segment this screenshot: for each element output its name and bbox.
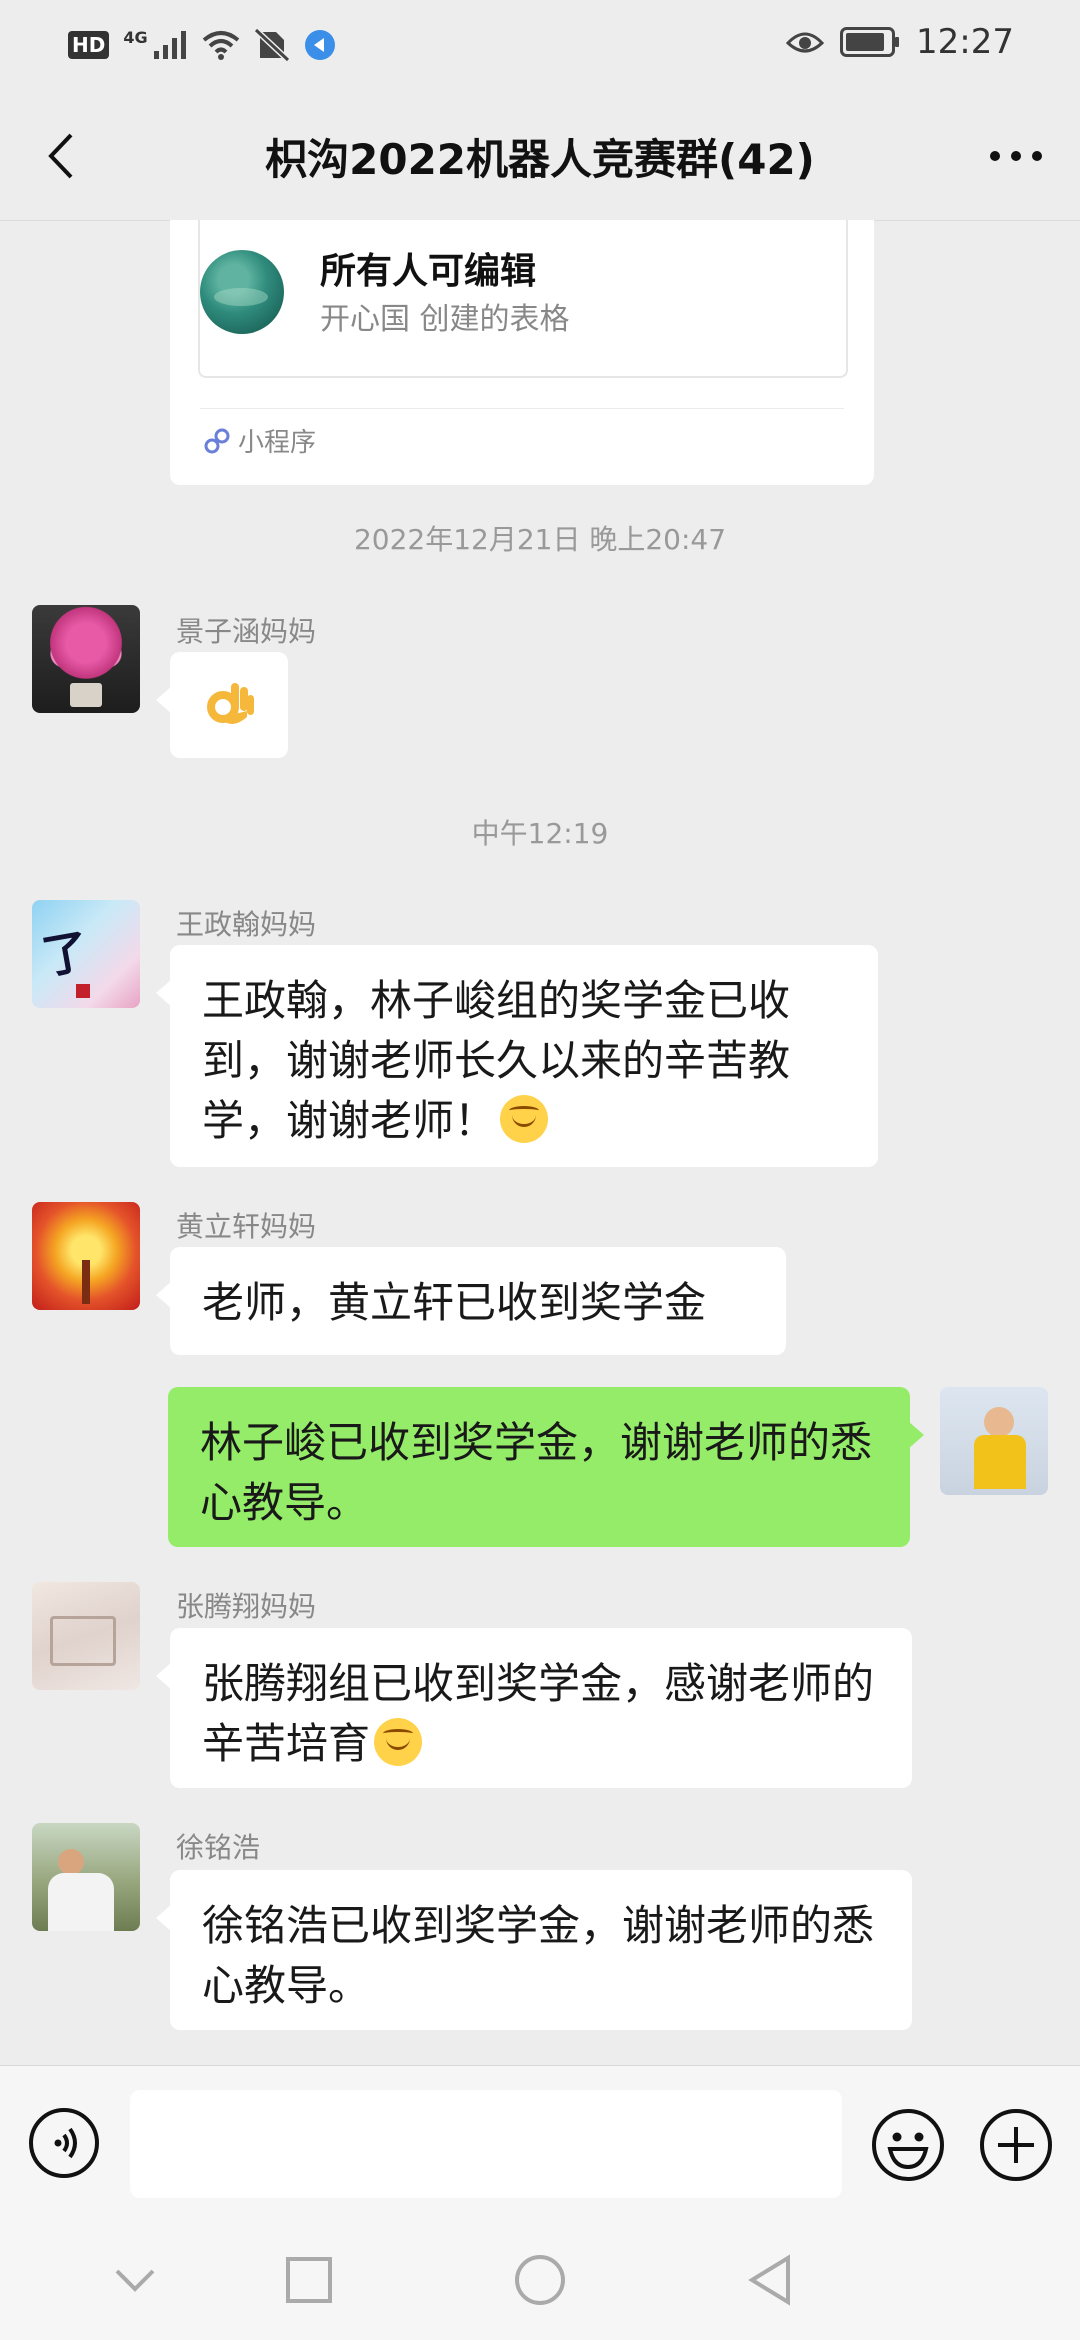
chat-message-list[interactable]: 所有人可编辑 开心国 创建的表格 小程序 2022年12月21日 晚上20:47… [0,220,1080,2065]
status-right: 12:27 [786,22,1014,62]
emoji-button[interactable] [870,2107,946,2183]
nav-home-button[interactable] [505,2250,575,2310]
my-avatar[interactable] [940,1387,1048,1495]
avatar[interactable] [32,1202,140,1310]
message-bubble[interactable]: 王政翰，林子峻组的奖学金已收到，谢谢老师长久以来的辛苦教学，谢谢老师！ [156,945,878,1167]
message-timestamp: 2022年12月21日 晚上20:47 [353,523,727,556]
message-text: 徐铭浩已收到奖学金，谢谢老师的悉心教导。 [202,1901,875,2010]
message-text: 张腾翔组已收到奖学金，感谢老师的辛苦培育 [202,1659,875,1768]
network-type-label: 4G [123,28,148,47]
signal-icon [153,31,186,59]
circle-icon [515,2255,565,2305]
message-text: 老师，黄立轩已收到奖学金 [202,1278,707,1327]
mini-program-card[interactable]: 所有人可编辑 开心国 创建的表格 小程序 [170,220,874,485]
nav-recents-button[interactable] [274,2250,344,2310]
no-sim-icon [253,28,290,62]
voice-input-button[interactable] [28,2107,100,2179]
mini-program-icon [204,428,230,453]
card-footer-label: 小程序 [238,428,317,458]
avatar[interactable] [32,900,140,1008]
status-left: HD 4G [68,28,336,62]
card-footer: 小程序 [204,422,316,459]
chat-header: 枳沟2022机器人竞赛群(42) [0,90,1080,221]
more-dots-icon [990,151,1042,161]
card-divider [200,408,844,409]
message-bubble[interactable]: 徐铭浩已收到奖学金，谢谢老师的悉心教导。 [156,1870,912,2030]
more-options-button[interactable] [980,124,1052,188]
battery-icon [840,27,900,57]
input-bar [0,2065,1080,2221]
status-bar: HD 4G 12:27 [0,0,1080,90]
system-nav-bar [0,2220,1080,2340]
avatar[interactable] [32,605,140,713]
triangle-back-icon [748,2254,790,2306]
card-title: 所有人可编辑 [320,251,537,292]
avatar[interactable] [32,1582,140,1690]
sender-name: 张腾翔妈妈 [176,1590,317,1623]
eye-comfort-icon [786,32,825,53]
sender-name: 景子涵妈妈 [176,615,317,648]
my-message-bubble[interactable]: 林子峻已收到奖学金，谢谢老师的悉心教导。 [168,1387,924,1547]
app-notification-icon [304,30,335,60]
square-icon [286,2257,332,2303]
ok-hand-emoji-icon [207,683,254,724]
message-timestamp: 中午12:19 [471,817,609,850]
smiling-face-emoji-icon [500,1095,549,1143]
sender-name: 王政翰妈妈 [176,908,317,941]
sender-name: 徐铭浩 [176,1831,261,1864]
smiling-face-emoji-icon [374,1718,423,1766]
more-functions-button[interactable] [978,2107,1054,2183]
chevron-down-icon [115,2269,155,2292]
chat-title: 枳沟2022机器人竞赛群(42) [265,135,815,184]
message-bubble[interactable] [156,652,288,758]
wifi-icon [202,31,239,60]
message-bubble[interactable]: 老师，黄立轩已收到奖学金 [156,1247,786,1355]
chevron-left-icon [48,133,73,179]
clock-time: 12:27 [916,22,1014,62]
nav-collapse-button[interactable] [100,2250,170,2310]
message-bubble[interactable]: 张腾翔组已收到奖学金，感谢老师的辛苦培育 [156,1628,912,1788]
message-text: 林子峻已收到奖学金，谢谢老师的悉心教导。 [200,1418,873,1527]
card-thumbnail [200,250,284,334]
hd-indicator: HD [68,31,110,59]
nav-back-button[interactable] [735,2250,805,2310]
back-button[interactable] [28,124,92,188]
card-subtitle: 开心国 创建的表格 [320,302,570,337]
message-text: 王政翰，林子峻组的奖学金已收到，谢谢老师长久以来的辛苦教学，谢谢老师！ [202,976,791,1145]
sender-name: 黄立轩妈妈 [176,1210,317,1243]
message-input[interactable] [130,2090,842,2198]
avatar[interactable] [32,1823,140,1931]
